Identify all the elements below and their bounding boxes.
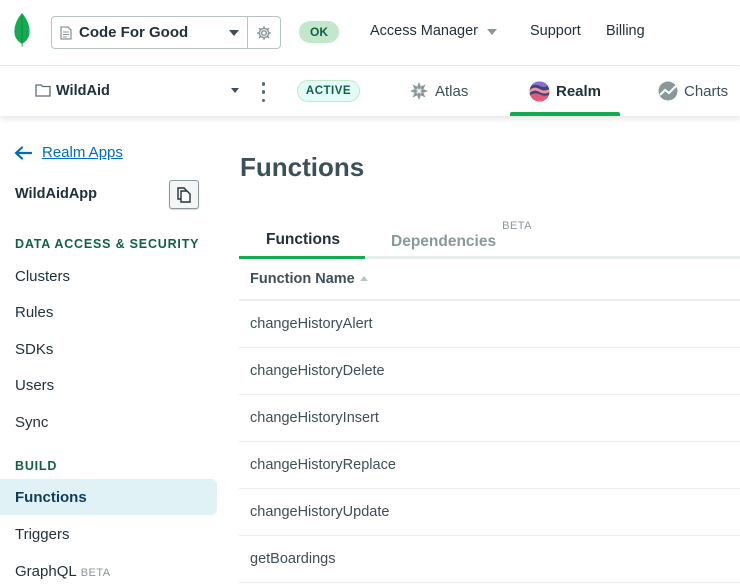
chevron-down-icon[interactable] <box>487 29 497 35</box>
sidebar-item-users[interactable]: Users <box>15 377 54 394</box>
sidebar-item-triggers[interactable]: Triggers <box>15 526 69 543</box>
tab-dependencies[interactable]: Dependencies BETA <box>391 220 532 251</box>
back-link-label[interactable]: Realm Apps <box>42 144 123 161</box>
tab-functions[interactable]: Functions <box>266 231 340 249</box>
sidebar-item-graphql-label: GraphQL <box>15 563 77 580</box>
tab-charts-label: Charts <box>684 82 729 100</box>
app-name: WildAidApp <box>15 186 98 202</box>
project-navigation-bar: WildAid ACTIVE Atlas Realm Charts <box>0 66 740 116</box>
sidebar-item-sync[interactable]: Sync <box>15 414 48 431</box>
chevron-down-icon <box>229 30 239 36</box>
page-title: Functions <box>240 152 365 182</box>
realm-icon <box>529 81 550 101</box>
organization-settings-button[interactable] <box>248 16 281 49</box>
status-badge: OK <box>299 21 339 43</box>
copy-icon <box>177 186 191 203</box>
sidebar-item-clusters[interactable]: Clusters <box>15 268 70 285</box>
functions-table: Function Name changeHistoryAlert changeH… <box>239 259 740 583</box>
gear-icon <box>257 25 271 40</box>
functions-tab-bar: Functions Dependencies BETA <box>239 218 740 259</box>
table-row[interactable]: changeHistoryAlert <box>239 301 740 348</box>
tab-realm[interactable]: Realm <box>529 66 601 116</box>
leaf-logo-icon[interactable] <box>13 13 31 47</box>
left-sidebar: Realm Apps WildAidApp DATA ACCESS & SECU… <box>0 116 222 586</box>
access-manager-menu[interactable]: Access Manager <box>370 23 478 39</box>
support-link[interactable]: Support <box>530 23 581 39</box>
project-status-badge: ACTIVE <box>297 80 360 102</box>
back-to-realm-apps-link[interactable]: Realm Apps <box>14 144 123 161</box>
tab-atlas[interactable]: Atlas <box>409 66 468 116</box>
table-row[interactable]: changeHistoryInsert <box>239 395 740 442</box>
table-row[interactable]: getBoardings <box>239 536 740 583</box>
tab-dependencies-label: Dependencies <box>391 233 497 251</box>
table-row[interactable]: changeHistoryDelete <box>239 348 740 395</box>
project-name[interactable]: WildAid <box>56 83 110 99</box>
copy-app-id-button[interactable] <box>169 180 199 209</box>
column-header-label: Function Name <box>250 271 355 287</box>
sidebar-item-functions[interactable]: Functions <box>15 489 87 506</box>
selected-tab-indicator <box>510 112 620 116</box>
beta-badge: BETA <box>80 567 111 579</box>
arrow-left-icon <box>14 145 32 160</box>
kebab-icon[interactable] <box>261 82 266 102</box>
document-icon <box>60 25 72 40</box>
top-navigation-bar: Code For Good OK Access Manager Support … <box>0 0 740 66</box>
sidebar-item-sdks[interactable]: SDKs <box>15 341 53 358</box>
folder-icon <box>35 84 51 97</box>
organization-selector[interactable]: Code For Good <box>51 16 248 49</box>
section-heading-build: BUILD <box>15 459 58 473</box>
chevron-down-icon[interactable] <box>231 88 239 93</box>
tab-atlas-label: Atlas <box>435 82 469 100</box>
table-row[interactable]: changeHistoryReplace <box>239 442 740 489</box>
beta-badge: BETA <box>502 220 533 232</box>
section-heading-data-access: DATA ACCESS & SECURITY <box>15 237 200 251</box>
sidebar-item-rules[interactable]: Rules <box>15 304 53 321</box>
tab-charts[interactable]: Charts <box>658 66 728 116</box>
tab-realm-label: Realm <box>556 82 602 100</box>
table-row[interactable]: changeHistoryUpdate <box>239 489 740 536</box>
column-header-function-name[interactable]: Function Name <box>239 259 740 301</box>
atlas-icon <box>410 82 428 100</box>
sidebar-item-graphql[interactable]: GraphQL BETA <box>15 563 111 580</box>
sort-ascending-icon[interactable] <box>359 275 368 281</box>
charts-icon <box>658 81 678 101</box>
billing-link[interactable]: Billing <box>606 23 645 39</box>
organization-name: Code For Good <box>79 24 189 41</box>
